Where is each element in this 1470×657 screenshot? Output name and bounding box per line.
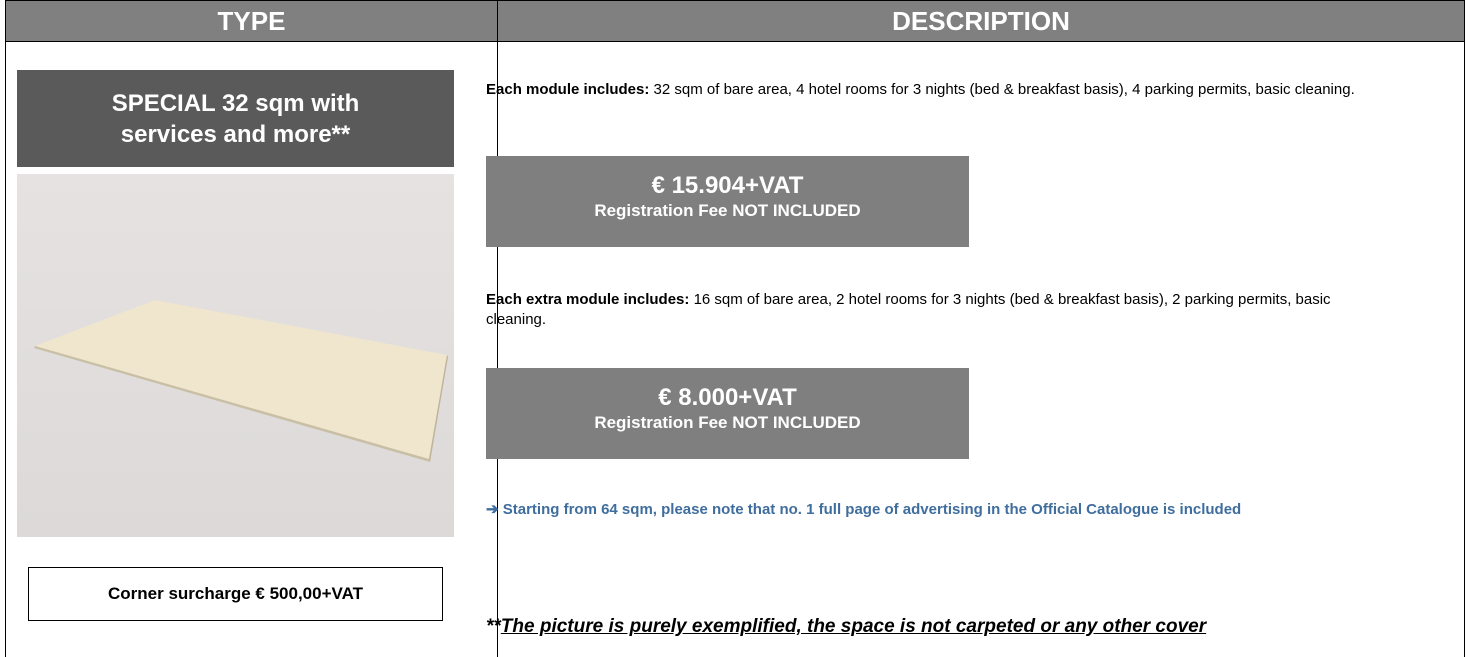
disclaimer-text: The picture is purely exemplified, the s… xyxy=(500,616,1207,637)
module-price-box: € 15.904+VAT Registration Fee NOT INCLUD… xyxy=(486,156,969,247)
stand-type-title-line1: SPECIAL 32 sqm with xyxy=(111,89,360,117)
table-border-right xyxy=(1464,42,1465,657)
stand-floor-image xyxy=(17,174,454,537)
floor-panel-illustration xyxy=(17,174,454,537)
advertising-note-text: Starting from 64 sqm, please note that n… xyxy=(498,501,1242,518)
right-arrow-icon: ➔ xyxy=(486,501,499,518)
table-divider xyxy=(497,42,498,657)
disclaimer-prefix: ** xyxy=(486,616,501,637)
type-header: TYPE xyxy=(5,0,497,42)
extra-module-fee-note: Registration Fee NOT INCLUDED xyxy=(594,413,861,432)
extra-module-price: € 8.000+VAT xyxy=(658,384,797,411)
table-border-left xyxy=(5,42,6,657)
module-label: Each module includes: xyxy=(486,81,650,98)
extra-module-price-box: € 8.000+VAT Registration Fee NOT INCLUDE… xyxy=(486,368,969,459)
pricing-table: TYPE DESCRIPTION SPECIAL 32 sqm with ser… xyxy=(5,0,1465,657)
extra-module-label: Each extra module includes: xyxy=(486,291,690,308)
picture-disclaimer: **The picture is purely exemplified, the… xyxy=(486,616,1206,638)
stand-type-title-line2: services and more** xyxy=(120,120,351,148)
description-header: DESCRIPTION xyxy=(497,0,1465,42)
corner-surcharge-box: Corner surcharge € 500,00+VAT xyxy=(28,567,443,621)
module-description: Each module includes: 32 sqm of bare are… xyxy=(486,80,1366,100)
module-price: € 15.904+VAT xyxy=(651,172,804,199)
advertising-note: ➔ Starting from 64 sqm, please note that… xyxy=(486,500,1366,520)
extra-module-description: Each extra module includes: 16 sqm of ba… xyxy=(486,290,1366,330)
module-text: 32 sqm of bare area, 4 hotel rooms for 3… xyxy=(649,81,1355,98)
stand-type-title: SPECIAL 32 sqm with services and more** xyxy=(17,70,454,167)
module-fee-note: Registration Fee NOT INCLUDED xyxy=(594,201,861,220)
